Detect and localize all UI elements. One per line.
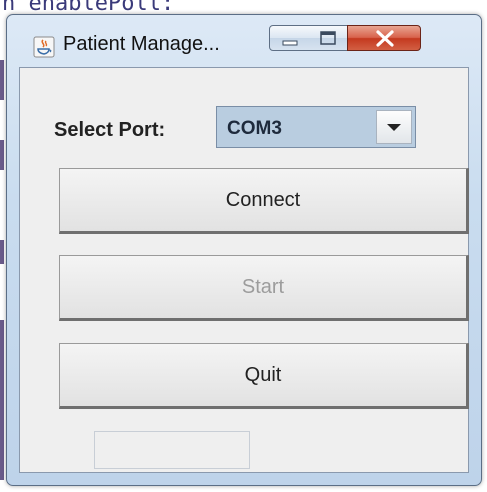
select-port-label: Select Port: bbox=[54, 119, 166, 141]
start-button[interactable]: Start bbox=[59, 255, 469, 321]
port-select-value: COM3 bbox=[227, 118, 282, 139]
app-window: Patient Manage... Select Port: COM3 Conn… bbox=[6, 14, 482, 486]
editor-gutter-mark bbox=[0, 140, 4, 170]
connect-button[interactable]: Connect bbox=[59, 168, 469, 234]
close-icon bbox=[376, 30, 394, 47]
port-dropdown-button[interactable] bbox=[376, 110, 412, 144]
maximize-icon bbox=[320, 31, 336, 45]
chevron-down-icon bbox=[387, 124, 401, 131]
editor-gutter-mark bbox=[0, 320, 4, 480]
quit-button[interactable]: Quit bbox=[59, 343, 469, 409]
content-panel: Select Port: COM3 Connect Start Quit bbox=[19, 67, 469, 473]
port-select[interactable]: COM3 bbox=[216, 106, 416, 148]
minimize-button[interactable] bbox=[269, 25, 309, 51]
editor-gutter-mark bbox=[0, 240, 4, 264]
editor-gutter-mark bbox=[0, 60, 4, 100]
maximize-button[interactable] bbox=[308, 25, 348, 51]
minimize-icon bbox=[282, 40, 298, 46]
close-button[interactable] bbox=[347, 25, 421, 51]
status-field bbox=[94, 431, 250, 469]
window-title: Patient Manage... bbox=[63, 33, 220, 55]
java-icon[interactable] bbox=[33, 36, 55, 58]
title-bar[interactable]: Patient Manage... bbox=[7, 15, 481, 67]
